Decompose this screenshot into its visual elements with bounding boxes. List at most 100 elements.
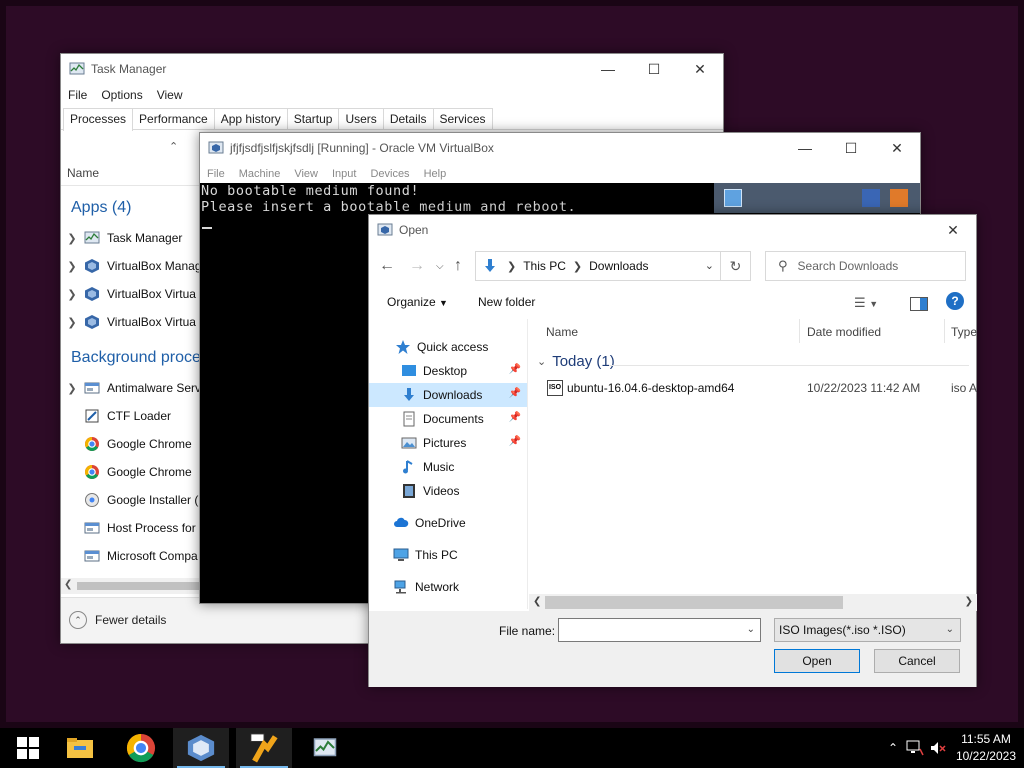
back-arrow-icon[interactable]: ←	[379, 257, 395, 275]
pin-icon[interactable]: 📌	[509, 388, 521, 399]
sidebar-item-downloads[interactable]: Downloads 📌	[369, 383, 527, 407]
tab-performance[interactable]: Performance	[132, 108, 215, 129]
process-row[interactable]: Google Chrome	[61, 432, 192, 456]
close-button[interactable]: ✕	[930, 215, 976, 245]
menu-devices[interactable]: Devices	[363, 165, 416, 183]
address-bar[interactable]: ❯ This PC ❯ Downloads ⌄ ↻	[475, 251, 751, 281]
view-options-icon[interactable]: ☰ ▼	[854, 295, 878, 311]
expand-chevron-icon[interactable]: ❯	[61, 382, 83, 395]
process-row[interactable]: ❯ VirtualBox Virtua	[61, 282, 196, 306]
sidebar-item-pictures[interactable]: Pictures 📌	[369, 431, 527, 455]
organize-button[interactable]: Organize ▼	[387, 295, 448, 309]
column-separator[interactable]	[799, 319, 800, 343]
close-button[interactable]: ✕	[874, 133, 920, 163]
tab-details[interactable]: Details	[382, 108, 434, 129]
menu-machine[interactable]: Machine	[232, 165, 288, 183]
scroll-left-icon[interactable]: ❮	[64, 579, 72, 590]
sidebar-item-documents[interactable]: Documents 📌	[369, 407, 527, 431]
pane-divider[interactable]	[527, 319, 528, 609]
mouse-integration-icon[interactable]	[890, 189, 908, 207]
open-dialog-titlebar[interactable]: Open	[369, 215, 976, 245]
keyboard-capture-icon[interactable]	[862, 189, 880, 207]
horizontal-scrollbar[interactable]: ❮ ❯	[529, 594, 977, 611]
clock[interactable]: 11:55 AM 10/22/2023	[956, 731, 1016, 765]
maximize-button[interactable]: ☐	[828, 133, 874, 163]
volume-muted-icon[interactable]	[930, 740, 946, 756]
expand-chevron-icon[interactable]: ❯	[61, 232, 83, 245]
taskbar-task-manager[interactable]	[297, 728, 353, 768]
horizontal-scrollbar[interactable]: ❮	[61, 578, 201, 594]
new-folder-button[interactable]: New folder	[478, 295, 535, 309]
process-row[interactable]: ❯ VirtualBox Virtua	[61, 310, 196, 334]
sidebar-item-quick-access[interactable]: Quick access	[369, 335, 527, 359]
scrollbar-thumb[interactable]	[545, 596, 843, 609]
sidebar-item-desktop[interactable]: Desktop 📌	[369, 359, 527, 383]
info-icon[interactable]	[724, 189, 742, 207]
menu-view[interactable]: View	[287, 165, 325, 183]
expand-chevron-icon[interactable]: ❯	[61, 288, 83, 301]
process-row[interactable]: CTF Loader	[61, 404, 171, 428]
pin-icon[interactable]: 📌	[509, 364, 521, 375]
scroll-left-icon[interactable]: ❮	[533, 596, 541, 607]
expand-chevron-icon[interactable]: ❯	[61, 260, 83, 273]
taskbar-virtualbox-vm[interactable]	[236, 728, 292, 768]
taskbar-file-explorer[interactable]	[52, 728, 108, 768]
forward-arrow-icon[interactable]: →	[409, 257, 425, 275]
chevron-down-icon[interactable]: ⌄	[946, 624, 954, 635]
process-row[interactable]: ❯ Antimalware Serv	[61, 376, 201, 400]
fewer-details-button[interactable]: ⌃ Fewer details	[69, 611, 166, 629]
tab-users[interactable]: Users	[338, 108, 384, 129]
menu-view[interactable]: View	[150, 84, 190, 106]
tab-processes[interactable]: Processes	[63, 108, 134, 131]
expand-chevron-icon[interactable]: ❯	[61, 316, 83, 329]
process-row[interactable]: Host Process for	[61, 516, 196, 540]
menu-file[interactable]: File	[61, 84, 94, 106]
chevron-down-icon[interactable]: ⌄	[747, 624, 755, 635]
show-hidden-icons-icon[interactable]: ⌃	[888, 741, 898, 755]
process-row[interactable]: ❯ VirtualBox Manag	[61, 254, 202, 278]
process-row[interactable]: Microsoft Compa	[61, 544, 198, 568]
menu-options[interactable]: Options	[94, 84, 149, 106]
minimize-button[interactable]: —	[782, 133, 828, 163]
sidebar-item-videos[interactable]: Videos	[369, 479, 527, 503]
tab-app-history[interactable]: App history	[213, 108, 288, 129]
column-header-name[interactable]: Name	[546, 325, 578, 339]
close-button[interactable]: ✕	[677, 54, 723, 84]
preview-pane-icon[interactable]	[910, 297, 928, 311]
recent-locations-icon[interactable]: ⌵	[436, 261, 444, 272]
group-header-today[interactable]: ⌄ Today (1)	[537, 353, 615, 370]
column-separator[interactable]	[944, 319, 945, 343]
menu-input[interactable]: Input	[325, 165, 363, 183]
start-button[interactable]	[0, 728, 56, 768]
help-icon[interactable]: ?	[946, 292, 964, 310]
network-icon[interactable]	[906, 740, 924, 756]
refresh-icon[interactable]: ↻	[720, 252, 750, 280]
pin-icon[interactable]: 📌	[509, 436, 521, 447]
collapse-chevron-icon[interactable]: ⌄	[537, 355, 546, 368]
column-header-type[interactable]: Type	[951, 325, 977, 339]
scrollbar-thumb[interactable]	[77, 582, 201, 590]
taskbar-chrome[interactable]	[113, 728, 169, 768]
taskbar-virtualbox[interactable]	[173, 728, 229, 768]
address-dropdown-icon[interactable]: ⌄	[705, 259, 714, 272]
process-row[interactable]: ❯ Task Manager	[61, 226, 182, 250]
open-button[interactable]: Open	[774, 649, 860, 673]
pin-icon[interactable]: 📌	[509, 412, 521, 423]
file-name-combobox[interactable]: ⌄	[558, 618, 761, 642]
breadcrumb-downloads[interactable]: Downloads	[589, 259, 648, 273]
breadcrumb-this-pc[interactable]: This PC	[523, 259, 566, 273]
column-header-name[interactable]: Name	[67, 166, 99, 180]
file-type-select[interactable]: ISO Images(*.iso *.ISO) ⌄	[774, 618, 961, 642]
menu-file[interactable]: File	[200, 165, 232, 183]
cancel-button[interactable]: Cancel	[874, 649, 960, 673]
sidebar-item-network[interactable]: Network	[369, 575, 527, 599]
sidebar-item-this-pc[interactable]: This PC	[369, 543, 527, 567]
maximize-button[interactable]: ☐	[631, 54, 677, 84]
column-header-date-modified[interactable]: Date modified	[807, 325, 881, 339]
process-row[interactable]: Google Chrome	[61, 460, 192, 484]
up-arrow-icon[interactable]: ↑	[454, 257, 462, 275]
scroll-right-icon[interactable]: ❯	[965, 596, 973, 607]
tab-startup[interactable]: Startup	[286, 108, 340, 129]
process-row[interactable]: Google Installer (	[61, 488, 198, 512]
sidebar-item-music[interactable]: Music	[369, 455, 527, 479]
